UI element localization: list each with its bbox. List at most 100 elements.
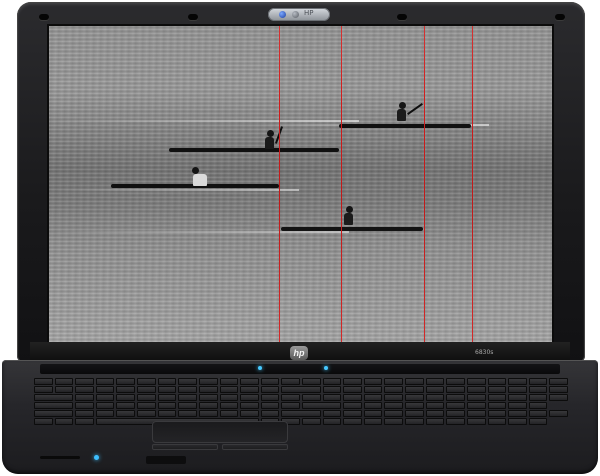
key[interactable] [466, 410, 486, 417]
key[interactable] [240, 386, 259, 393]
key[interactable] [198, 410, 218, 417]
key[interactable] [549, 394, 568, 401]
key[interactable] [405, 378, 424, 385]
key[interactable] [198, 386, 218, 393]
key[interactable] [240, 402, 259, 409]
key[interactable] [75, 410, 94, 417]
key[interactable] [528, 402, 548, 409]
key[interactable] [240, 410, 259, 417]
key[interactable] [363, 418, 383, 425]
key[interactable] [260, 402, 280, 409]
key[interactable] [95, 394, 115, 401]
key[interactable] [137, 394, 156, 401]
key[interactable] [219, 394, 239, 401]
key[interactable] [198, 402, 218, 409]
key[interactable] [528, 394, 548, 401]
key[interactable] [157, 410, 177, 417]
key[interactable] [219, 378, 239, 385]
key[interactable] [137, 386, 156, 393]
key[interactable] [487, 394, 507, 401]
key[interactable] [446, 394, 465, 401]
key[interactable] [281, 378, 300, 385]
touchpad[interactable] [152, 421, 288, 443]
key[interactable] [343, 410, 362, 417]
key[interactable] [95, 378, 115, 385]
key[interactable] [322, 410, 342, 417]
key[interactable] [137, 378, 156, 385]
key[interactable] [343, 378, 362, 385]
key[interactable] [116, 386, 136, 393]
key[interactable] [487, 418, 507, 425]
key[interactable] [425, 386, 445, 393]
key[interactable] [240, 378, 259, 385]
key[interactable] [363, 386, 383, 393]
key[interactable] [508, 402, 527, 409]
key[interactable] [95, 402, 115, 409]
key[interactable] [54, 418, 74, 425]
keyboard[interactable] [34, 378, 568, 425]
key[interactable] [322, 378, 342, 385]
key[interactable] [178, 402, 197, 409]
backspace-key[interactable] [281, 386, 321, 393]
key[interactable] [137, 410, 156, 417]
caps-lock-key[interactable] [34, 402, 74, 409]
key[interactable] [116, 394, 136, 401]
key[interactable] [198, 394, 218, 401]
key[interactable] [508, 410, 527, 417]
key[interactable] [425, 402, 445, 409]
key[interactable] [405, 418, 424, 425]
key[interactable] [343, 394, 362, 401]
key[interactable] [75, 402, 94, 409]
key[interactable] [116, 402, 136, 409]
key[interactable] [281, 402, 300, 409]
key[interactable] [363, 394, 383, 401]
key[interactable] [384, 378, 404, 385]
key[interactable] [487, 402, 507, 409]
key[interactable] [425, 378, 445, 385]
key[interactable] [363, 410, 383, 417]
key[interactable] [302, 378, 321, 385]
key[interactable] [405, 386, 424, 393]
key[interactable] [405, 410, 424, 417]
key[interactable] [302, 394, 321, 401]
key[interactable] [343, 418, 362, 425]
key[interactable] [466, 386, 486, 393]
key[interactable] [466, 418, 486, 425]
key[interactable] [508, 378, 527, 385]
key[interactable] [363, 378, 383, 385]
key[interactable] [549, 410, 568, 417]
key[interactable] [116, 378, 136, 385]
key[interactable] [95, 386, 115, 393]
key[interactable] [178, 394, 197, 401]
key[interactable] [219, 402, 239, 409]
key[interactable] [75, 386, 94, 393]
key[interactable] [260, 378, 280, 385]
key[interactable] [487, 386, 507, 393]
touchpad-right-button[interactable] [222, 444, 288, 450]
key[interactable] [157, 402, 177, 409]
key[interactable] [384, 386, 404, 393]
key[interactable] [219, 410, 239, 417]
touchpad-left-button[interactable] [152, 444, 218, 450]
key[interactable] [240, 394, 259, 401]
key[interactable] [466, 378, 486, 385]
key[interactable] [54, 386, 74, 393]
key[interactable] [322, 418, 342, 425]
key[interactable] [75, 418, 94, 425]
key[interactable] [487, 410, 507, 417]
key[interactable] [508, 386, 527, 393]
key[interactable] [487, 378, 507, 385]
key[interactable] [446, 418, 465, 425]
key[interactable] [322, 394, 342, 401]
key[interactable] [528, 410, 548, 417]
key[interactable] [466, 394, 486, 401]
key[interactable] [528, 378, 548, 385]
key[interactable] [446, 378, 465, 385]
key[interactable] [54, 378, 74, 385]
key[interactable] [34, 386, 53, 393]
key[interactable] [34, 378, 53, 385]
key[interactable] [198, 378, 218, 385]
key[interactable] [302, 418, 321, 425]
shift-key[interactable] [34, 410, 74, 417]
key[interactable] [384, 402, 404, 409]
